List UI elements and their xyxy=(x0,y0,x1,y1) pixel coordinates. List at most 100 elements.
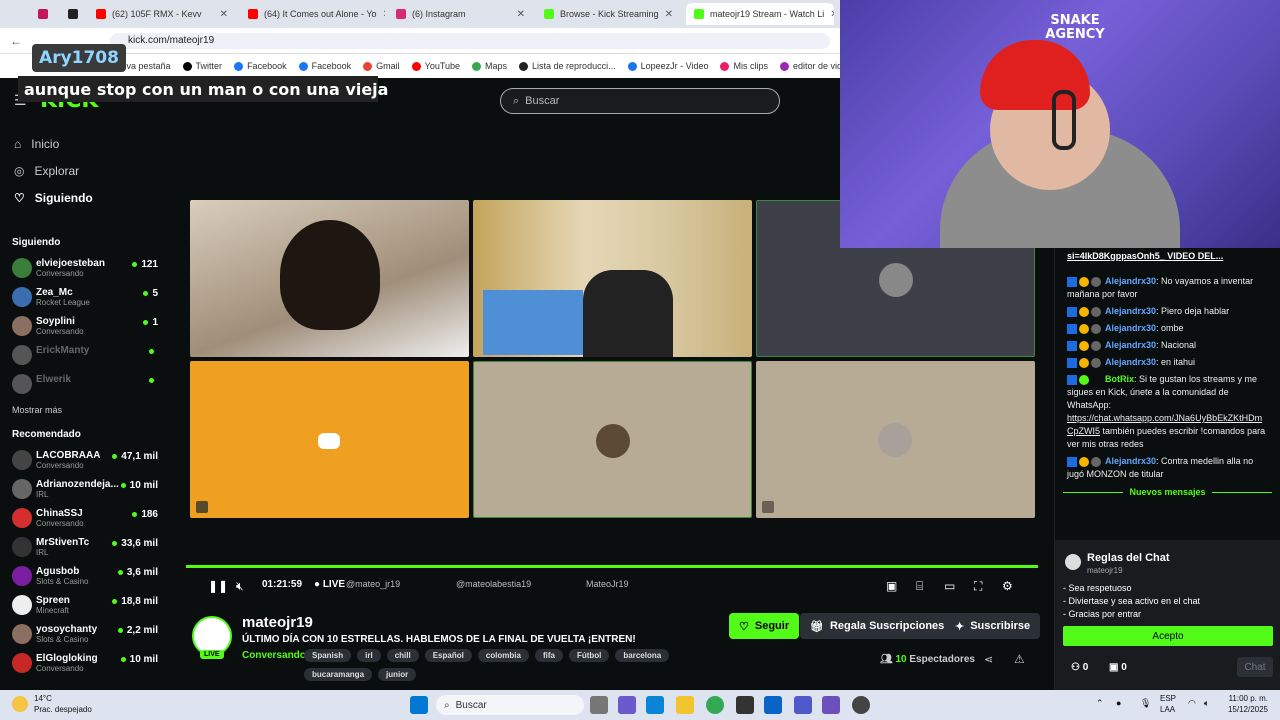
channel-item[interactable]: MrStivenTc IRL 33,6 mil xyxy=(0,533,170,562)
chat-username[interactable]: Alejandrx30 xyxy=(1105,323,1156,333)
close-icon[interactable]: ✕ xyxy=(830,9,834,20)
copilot-icon[interactable] xyxy=(618,696,636,714)
channel-item[interactable]: LACOBRAAA Conversando 47,1 mil xyxy=(0,446,170,475)
pip-icon[interactable]: ▣ xyxy=(886,579,897,593)
channel-item[interactable]: ChinaSSJ Conversando 186 xyxy=(0,504,170,533)
clock-time[interactable]: 11:00 p. m. xyxy=(1226,694,1268,703)
nav-home[interactable]: ⌂ Inicio xyxy=(0,130,170,157)
chat-username[interactable]: Alejandrx30 xyxy=(1105,357,1156,367)
mute-icon[interactable]: 🔇︎ xyxy=(236,579,244,594)
chat-link[interactable]: si=4IkD8KgppasOnh5_ VIDEO DEL... xyxy=(1055,248,1280,265)
tray-chevron-icon[interactable]: ⌃ xyxy=(1096,698,1104,709)
follow-button[interactable]: ♡ Seguir xyxy=(729,613,800,639)
new-messages-divider[interactable]: Nuevos mensajes xyxy=(1055,483,1280,501)
chat-username[interactable]: Alejandrx30 xyxy=(1105,340,1156,350)
chat-send-button[interactable]: Chat xyxy=(1237,657,1273,677)
channel-name[interactable]: mateojr19 xyxy=(242,614,313,631)
bookmark-item[interactable]: Facebook xyxy=(234,61,287,71)
chat-username[interactable]: Alejandrx30 xyxy=(1105,456,1156,466)
browser-tab[interactable]: (6) Instagram ✕ xyxy=(388,3,533,25)
gift-subs-button[interactable]: 🎁︎ Regala Suscripciones xyxy=(800,613,955,639)
channel-item[interactable]: Spreen Minecraft 18,8 mil xyxy=(0,591,170,620)
weather-icon[interactable] xyxy=(12,696,28,712)
bookmark-item[interactable]: LopeezJr - Video xyxy=(627,61,708,71)
clip-icon[interactable]: ⌸ xyxy=(916,579,923,594)
video-player[interactable] xyxy=(186,196,1038,600)
share-icon[interactable]: ⋖ xyxy=(984,653,993,666)
settings-gear-icon[interactable]: ⚙ xyxy=(1002,579,1013,593)
clock-date[interactable]: 15/12/2025 xyxy=(1226,705,1268,714)
close-icon[interactable]: ✕ xyxy=(665,9,673,20)
channel-item[interactable]: yosoychanty Slots & Casino 2,2 mil xyxy=(0,620,170,649)
fullscreen-icon[interactable]: ⛶ xyxy=(974,579,982,594)
language[interactable]: ESP xyxy=(1160,694,1176,703)
browser-tab[interactable] xyxy=(60,3,80,25)
channel-item[interactable]: ErickManty xyxy=(0,341,170,370)
back-arrow-icon[interactable]: ← xyxy=(10,34,22,48)
bookmark-item[interactable]: Gmail xyxy=(363,61,400,71)
tag-chip[interactable]: Fútbol xyxy=(568,649,610,662)
chat-username[interactable]: Alejandrx30 xyxy=(1105,276,1156,286)
task-view-icon[interactable] xyxy=(590,696,608,714)
pause-icon[interactable]: ❚❚ xyxy=(208,579,228,593)
close-icon[interactable]: ✕ xyxy=(517,9,525,20)
points-counter[interactable]: ⚇ 0 xyxy=(1071,662,1088,673)
show-more-link[interactable]: Mostrar más xyxy=(0,399,170,421)
tag-chip[interactable]: barcelona xyxy=(615,649,670,662)
edge-icon[interactable] xyxy=(646,696,664,714)
volume-icon[interactable]: 🔈︎ xyxy=(1204,698,1209,709)
url-field[interactable]: kick.com/mateojr19 xyxy=(110,33,830,49)
chat-username[interactable]: BotRix xyxy=(1105,374,1134,384)
chrome-icon[interactable] xyxy=(706,696,724,714)
accept-button[interactable]: Acepto xyxy=(1063,626,1273,646)
channel-item[interactable]: Elwerik xyxy=(0,370,170,399)
file-explorer-icon[interactable] xyxy=(676,696,694,714)
channel-item[interactable]: elviejoesteban Conversando 121 xyxy=(0,254,170,283)
obs-icon[interactable] xyxy=(822,696,840,714)
bookmark-item[interactable]: Maps xyxy=(472,61,507,71)
channel-item[interactable]: ElGlogloking Conversando 10 mil xyxy=(0,649,170,678)
tag-chip[interactable]: junior xyxy=(378,668,417,681)
store-icon[interactable] xyxy=(736,696,754,714)
mail-icon[interactable] xyxy=(764,696,782,714)
search-input[interactable]: ⌕ Buscar xyxy=(500,88,780,114)
nav-explore[interactable]: ◎ Explorar xyxy=(0,157,170,184)
bookmark-item[interactable]: YouTube xyxy=(411,61,460,71)
channel-item[interactable]: Zea_Mc Rocket League 5 xyxy=(0,283,170,312)
channel-item[interactable]: Adrianozendeja... IRL 10 mil xyxy=(0,475,170,504)
browser-tab[interactable] xyxy=(30,3,50,25)
tag-chip[interactable]: Spanish xyxy=(304,649,352,662)
browser-tab[interactable]: (64) It Comes out Alone - Yo ✕ xyxy=(240,3,385,25)
gift-counter[interactable]: ▣ 0 xyxy=(1109,662,1127,673)
tag-chip[interactable]: Español xyxy=(424,649,472,662)
bookmark-item[interactable]: Twitter xyxy=(182,61,222,71)
app-icon[interactable] xyxy=(852,696,870,714)
progress-bar[interactable] xyxy=(186,565,1038,568)
subscribe-button[interactable]: ✦ Suscribirse xyxy=(945,613,1041,639)
mic-icon[interactable]: 🎙︎ xyxy=(1140,698,1151,709)
keyboard-layout[interactable]: LAA xyxy=(1160,705,1175,714)
taskbar-search[interactable]: ⌕ Buscar xyxy=(436,695,584,715)
tag-chip[interactable]: colombia xyxy=(477,649,529,662)
tag-chip[interactable]: bucaramanga xyxy=(304,668,373,681)
nav-following[interactable]: ♡ Siguiendo xyxy=(0,184,170,211)
channel-item[interactable]: Agusbob Slots & Casino 3,6 mil xyxy=(0,562,170,591)
tag-chip[interactable]: fifa xyxy=(534,649,563,662)
browser-tab[interactable]: Browse - Kick Streaming ✕ xyxy=(536,3,681,25)
bookmark-item[interactable]: Facebook xyxy=(298,61,351,71)
bookmark-item[interactable]: Lista de reproducci... xyxy=(519,61,616,71)
stream-category[interactable]: Conversando xyxy=(242,650,306,661)
theater-icon[interactable]: ▭ xyxy=(944,579,955,593)
bookmark-item[interactable]: editor de videos onl xyxy=(779,61,840,71)
teams-icon[interactable] xyxy=(794,696,812,714)
browser-tab[interactable]: (62) 105F RMX - Kevv ✕ xyxy=(88,3,236,25)
chat-username[interactable]: Alejandrx30 xyxy=(1105,306,1156,316)
browser-tab-active[interactable]: mateojr19 Stream - Watch Li ✕ xyxy=(686,3,834,25)
channel-item[interactable]: Soyplini Conversando 1 xyxy=(0,312,170,341)
report-icon[interactable]: ⚠ xyxy=(1014,652,1025,666)
wifi-icon[interactable]: ◠ xyxy=(1188,698,1196,709)
tag-chip[interactable]: chill xyxy=(386,649,419,662)
windows-start-icon[interactable] xyxy=(410,696,428,714)
bookmark-item[interactable]: Mis clips xyxy=(720,61,768,71)
close-icon[interactable]: ✕ xyxy=(220,9,228,20)
